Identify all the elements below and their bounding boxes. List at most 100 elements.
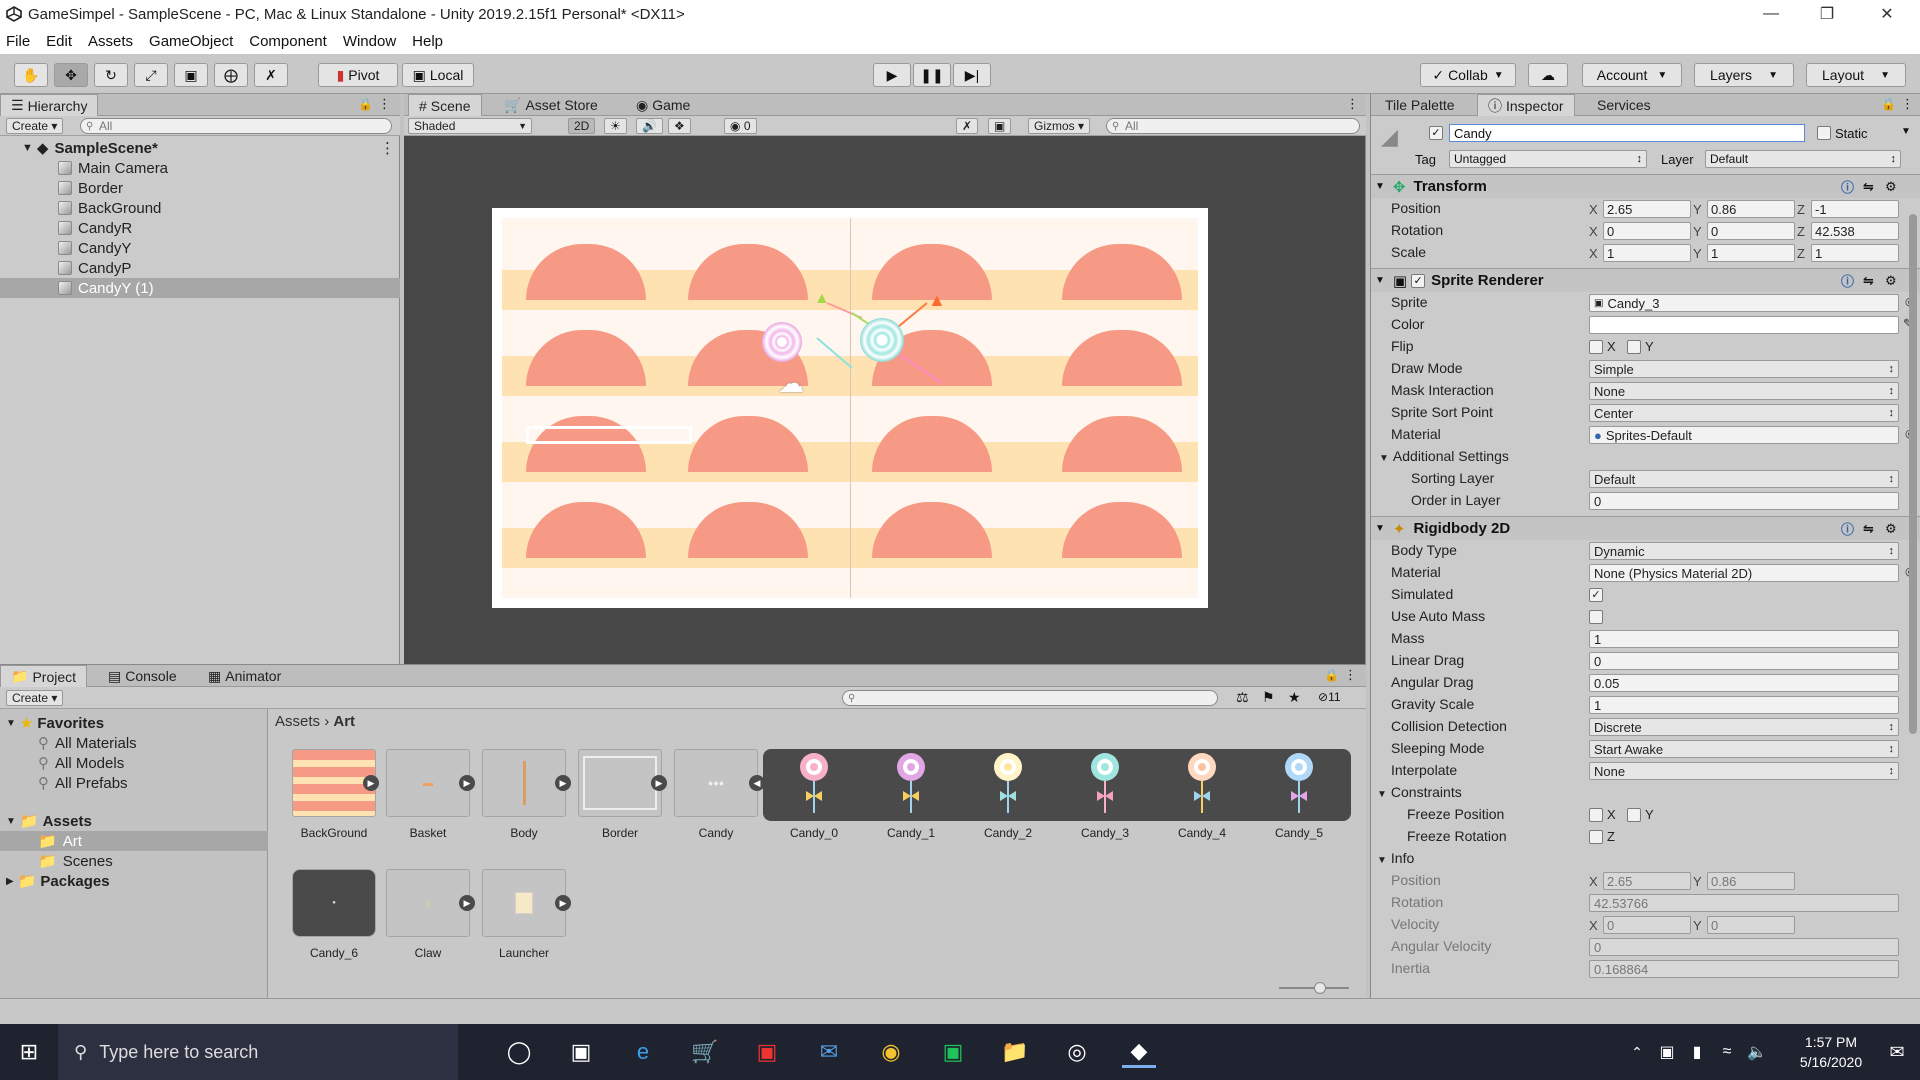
restore-button[interactable]: ❐: [1804, 0, 1850, 28]
edge-browser-icon[interactable]: e: [626, 1036, 660, 1068]
order-field[interactable]: 0: [1589, 492, 1899, 510]
mail-icon[interactable]: ✉: [812, 1036, 846, 1068]
layer-dropdown[interactable]: Default: [1705, 150, 1901, 168]
clock[interactable]: 1:57 PM 5/16/2020: [1776, 1032, 1886, 1072]
auto-mass-checkbox[interactable]: [1589, 610, 1603, 624]
unity-editor-icon[interactable]: ◆: [1122, 1036, 1156, 1068]
menu-assets[interactable]: Assets: [88, 33, 133, 50]
help-icon[interactable]: ⓘ: [1841, 271, 1854, 290]
flip-x-checkbox[interactable]: [1589, 340, 1603, 354]
asset-item[interactable]: ●●● Candy: [671, 749, 761, 845]
tab-scene[interactable]: # Scene: [408, 94, 482, 116]
tab-animator[interactable]: ▦ Animator: [198, 665, 291, 687]
gravity-field[interactable]: 1: [1589, 696, 1899, 714]
panel-menu-icon[interactable]: ⋮: [1901, 96, 1914, 112]
scene-menu-icon[interactable]: ⋮: [380, 139, 395, 157]
hand-tool-icon[interactable]: ✋: [14, 63, 48, 87]
collab-dropdown[interactable]: ✓ Collab ▼: [1420, 63, 1516, 87]
game-scene-canvas[interactable]: ▲ ▲ ☁: [492, 208, 1208, 608]
transform-tool-icon[interactable]: ⨁: [214, 63, 248, 87]
inspector-scrollbar[interactable]: [1909, 214, 1917, 734]
close-button[interactable]: ✕: [1864, 0, 1910, 28]
audio-toggle-icon[interactable]: 🔊: [636, 118, 663, 134]
static-checkbox[interactable]: [1817, 126, 1831, 140]
hierarchy-item[interactable]: CandyY: [0, 238, 400, 258]
rotation-x-field[interactable]: 0: [1603, 222, 1691, 240]
unity-hub-icon[interactable]: ◎: [1060, 1036, 1094, 1068]
help-icon[interactable]: ⓘ: [1841, 177, 1854, 196]
draw-mode-dropdown[interactable]: Simple: [1589, 360, 1899, 378]
panel-menu-icon[interactable]: ⋮: [1346, 96, 1359, 112]
launcher-claw-icon[interactable]: ☁: [778, 368, 804, 399]
assets-node[interactable]: ▼ 📁 Assets: [6, 811, 92, 831]
volume-icon[interactable]: 🔈: [1740, 1036, 1774, 1068]
position-y-field[interactable]: 0.86: [1707, 200, 1795, 218]
interp-dropdown[interactable]: None: [1589, 762, 1899, 780]
asset-item[interactable]: Candy_0: [769, 749, 859, 845]
menu-file[interactable]: File: [6, 33, 30, 50]
asset-item[interactable]: ▬ Basket: [383, 749, 473, 845]
tag-dropdown[interactable]: Untagged: [1449, 150, 1647, 168]
taskbar-search-box[interactable]: ⚲ Type here to search: [58, 1024, 458, 1080]
task-view-icon[interactable]: ▣: [564, 1036, 598, 1068]
move-handle-arrow-icon[interactable]: ▲: [814, 290, 830, 308]
battery-icon[interactable]: ▮: [1680, 1036, 1714, 1068]
transform-header[interactable]: ▼ ✥ Transform ⓘ ⇋ ⚙: [1371, 174, 1920, 198]
panel-menu-icon[interactable]: ⋮: [378, 96, 391, 112]
cloud-button[interactable]: ☁: [1528, 63, 1568, 87]
favorites-node[interactable]: ▼ ★ Favorites: [6, 713, 104, 733]
scale-z-field[interactable]: 1: [1811, 244, 1899, 262]
sprite-field[interactable]: ▣ Candy_3: [1589, 294, 1899, 312]
scale-y-field[interactable]: 1: [1707, 244, 1795, 262]
windows-start-icon[interactable]: ⊞: [12, 1036, 46, 1068]
show-hidden-icons[interactable]: ⌃: [1620, 1036, 1654, 1068]
flip-y-checkbox[interactable]: [1627, 340, 1641, 354]
hierarchy-item[interactable]: Border: [0, 178, 400, 198]
layout-dropdown[interactable]: Layout ▼: [1806, 63, 1906, 87]
asset-item[interactable]: Launcher: [479, 869, 569, 965]
asset-item[interactable]: Candy_4: [1157, 749, 1247, 845]
component-enabled-checkbox[interactable]: ✓: [1411, 273, 1426, 288]
expand-sprite-icon[interactable]: ▶: [555, 775, 571, 791]
project-search-input[interactable]: ⚲: [842, 690, 1218, 706]
sleep-dropdown[interactable]: Start Awake: [1589, 740, 1899, 758]
color-swatch[interactable]: [1589, 316, 1899, 334]
body-type-dropdown[interactable]: Dynamic: [1589, 542, 1899, 560]
gear-icon[interactable]: ⚙: [1885, 521, 1897, 537]
physics-material-field[interactable]: None (Physics Material 2D): [1589, 564, 1899, 582]
breadcrumb-art[interactable]: Art: [333, 713, 355, 730]
move-handle-arrow-icon[interactable]: ▲: [928, 290, 946, 311]
hidden-objects-toggle[interactable]: ◉ 0: [724, 118, 757, 134]
preset-icon[interactable]: ⇋: [1863, 521, 1874, 537]
gizmos-dropdown[interactable]: Gizmos ▾: [1028, 118, 1091, 134]
candy-lollipop-teal-selected[interactable]: [860, 318, 904, 362]
notifications-icon[interactable]: ✉: [1880, 1036, 1914, 1068]
file-explorer-icon[interactable]: 📁: [998, 1036, 1032, 1068]
rect-tool-icon[interactable]: ▣: [174, 63, 208, 87]
custom-tool-icon[interactable]: ✗: [254, 63, 288, 87]
simulated-checkbox[interactable]: ✓: [1589, 588, 1603, 602]
additional-settings-row[interactable]: ▼ Additional Settings: [1371, 446, 1920, 468]
move-tool-icon[interactable]: ✥: [54, 63, 88, 87]
collapse-sprite-icon[interactable]: ◀: [749, 775, 765, 791]
mass-field[interactable]: 1: [1589, 630, 1899, 648]
tab-asset-store[interactable]: 🛒 Asset Store: [494, 94, 608, 116]
line-app-icon[interactable]: ▣: [936, 1036, 970, 1068]
lighting-toggle-icon[interactable]: ☀: [604, 118, 627, 134]
panel-menu-icon[interactable]: ⋮: [1344, 667, 1357, 683]
gear-icon[interactable]: ⚙: [1885, 273, 1897, 289]
asset-item[interactable]: BackGround: [289, 749, 379, 845]
breadcrumb-assets[interactable]: Assets: [275, 713, 320, 730]
packages-node[interactable]: ▶ 📁 Packages: [6, 871, 110, 891]
scene-tools-icon[interactable]: ✗: [956, 118, 979, 134]
asset-item[interactable]: Body: [479, 749, 569, 845]
sprite-renderer-header[interactable]: ▼ ▣ ✓ Sprite Renderer ⓘ ⇋ ⚙: [1371, 268, 1920, 292]
scale-tool-icon[interactable]: ⤢: [134, 63, 168, 87]
rigidbody2d-header[interactable]: ▼ ✦ Rigidbody 2D ⓘ ⇋ ⚙: [1371, 516, 1920, 540]
help-icon[interactable]: ⓘ: [1841, 519, 1854, 538]
effects-toggle-icon[interactable]: ❖: [668, 118, 691, 134]
preset-icon[interactable]: ⇋: [1863, 273, 1874, 289]
gear-icon[interactable]: ⚙: [1885, 179, 1897, 195]
rotation-y-field[interactable]: 0: [1707, 222, 1795, 240]
menu-component[interactable]: Component: [249, 33, 327, 50]
